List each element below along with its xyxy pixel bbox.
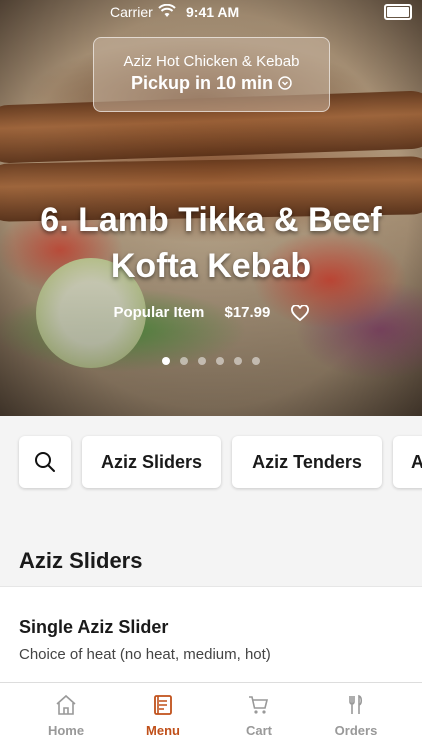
tab-bar: Home Menu Cart Orders bbox=[0, 682, 422, 751]
tab-label: Home bbox=[47, 723, 85, 738]
popular-badge: Popular Item bbox=[113, 304, 205, 321]
store-name: Aziz Hot Chicken & Kebab bbox=[123, 53, 300, 70]
category-chip-aziz-sliders[interactable]: Aziz Sliders bbox=[82, 436, 221, 488]
tab-label: Orders bbox=[334, 723, 378, 738]
category-chip-next[interactable]: A bbox=[393, 436, 422, 488]
tab-cart[interactable]: Cart bbox=[224, 693, 294, 738]
pickup-selector[interactable]: Aziz Hot Chicken & Kebab Pickup in 10 mi… bbox=[93, 37, 330, 112]
home-icon bbox=[56, 694, 76, 715]
fork-knife-icon bbox=[349, 694, 363, 714]
tab-label: Cart bbox=[245, 723, 272, 738]
carousel-indicator[interactable] bbox=[0, 352, 422, 370]
clock: 9:41 AM bbox=[186, 4, 240, 20]
tab-label: Menu bbox=[146, 723, 180, 738]
search-icon bbox=[35, 452, 55, 472]
status-bar: Carrier 9:41 AM bbox=[0, 0, 422, 24]
favorite-button[interactable] bbox=[290, 304, 309, 322]
carousel-dot[interactable] bbox=[216, 357, 224, 365]
carousel-dot[interactable] bbox=[252, 357, 260, 365]
dish-title-line2: Kofta Kebab bbox=[110, 247, 312, 285]
menu-item-name: Single Aziz Slider bbox=[19, 617, 169, 637]
menu-item[interactable]: Single Aziz Slider Choice of heat (no he… bbox=[0, 586, 422, 683]
dish-price: $17.99 bbox=[224, 304, 271, 321]
pickup-label: Pickup in 10 min bbox=[130, 73, 274, 93]
cart-icon bbox=[249, 696, 269, 714]
section-title: Aziz Sliders bbox=[19, 548, 143, 573]
category-chip-aziz-tenders[interactable]: Aziz Tenders bbox=[232, 436, 382, 488]
search-button[interactable] bbox=[19, 436, 71, 488]
tab-orders[interactable]: Orders bbox=[321, 693, 391, 738]
heart-icon bbox=[290, 305, 309, 322]
chevron-down-icon bbox=[278, 76, 292, 90]
carousel-dot[interactable] bbox=[234, 357, 242, 365]
dish-meta: Popular Item $17.99 bbox=[0, 304, 422, 322]
carousel-dot[interactable] bbox=[180, 357, 188, 365]
carrier-label: Carrier bbox=[110, 4, 153, 20]
dish-title: 6. Lamb Tikka & Beef Kofta Kebab bbox=[0, 197, 422, 289]
tab-home[interactable]: Home bbox=[31, 693, 101, 738]
hero-banner[interactable]: Carrier 9:41 AM Aziz Hot Chicken & Kebab… bbox=[0, 0, 422, 416]
menu-item-description: Choice of heat (no heat, medium, hot) bbox=[19, 646, 271, 663]
carousel-dot[interactable] bbox=[198, 357, 206, 365]
tab-menu[interactable]: Menu bbox=[128, 693, 198, 738]
pickup-time[interactable]: Pickup in 10 min bbox=[94, 73, 329, 94]
dish-title-line1: 6. Lamb Tikka & Beef bbox=[40, 201, 382, 239]
carousel-dot[interactable] bbox=[162, 357, 170, 365]
category-bar: Aziz Sliders Aziz Tenders A bbox=[0, 416, 422, 508]
menu-icon bbox=[154, 695, 172, 715]
wifi-icon bbox=[158, 4, 176, 17]
battery-icon bbox=[384, 4, 412, 20]
